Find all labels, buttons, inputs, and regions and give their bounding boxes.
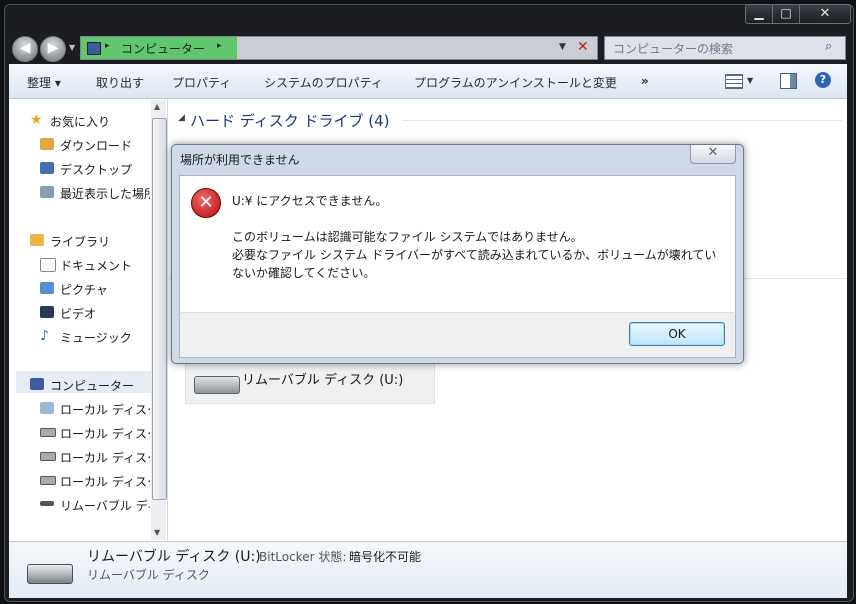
- eject-button[interactable]: 取り出す: [96, 74, 144, 91]
- details-type: リムーバブル ディスク: [87, 568, 210, 582]
- ok-button[interactable]: OK: [629, 322, 725, 346]
- nav-pictures[interactable]: ピクチャ: [60, 281, 108, 298]
- bitlocker-value: 暗号化不可能: [349, 550, 422, 564]
- pictures-icon: [40, 282, 54, 294]
- nav-computer[interactable]: コンピューター: [50, 377, 134, 394]
- nav-local-disk-4[interactable]: ローカル ディスク: [60, 473, 150, 490]
- command-bar: 整理 ▾ 取り出す プロパティ システムのプロパティ プログラムのアンインストー…: [9, 64, 847, 99]
- removable-drive-icon: [27, 564, 73, 584]
- downloads-icon: [40, 138, 54, 150]
- search-icon[interactable]: ⌕: [825, 39, 832, 54]
- error-detail: 必要なファイル システム ドライバーがすべて読み込まれているか、ボリュームが壊れ…: [232, 248, 717, 280]
- nav-recent[interactable]: 最近表示した場所: [60, 185, 150, 202]
- nav-libraries[interactable]: ライブラリ: [50, 233, 110, 250]
- search-placeholder: コンピューターの検索: [613, 42, 734, 56]
- drive-icon: [40, 476, 56, 485]
- back-button[interactable]: ◀: [12, 36, 38, 62]
- search-input[interactable]: コンピューターの検索 ⌕: [604, 36, 846, 60]
- nav-downloads[interactable]: ダウンロード: [60, 137, 132, 154]
- dialog-title: 場所が利用できません: [180, 153, 300, 167]
- error-icon: ✕: [191, 188, 221, 218]
- group-divider: [402, 120, 842, 121]
- scroll-up-icon[interactable]: ▲: [154, 102, 160, 111]
- breadcrumb-computer[interactable]: コンピューター: [121, 40, 205, 57]
- help-icon[interactable]: ?: [815, 72, 831, 88]
- nav-local-disk-1[interactable]: ローカル ディスク: [60, 401, 150, 418]
- computer-icon: [87, 42, 101, 55]
- computer-icon: [30, 378, 44, 390]
- recent-pages-dropdown-icon[interactable]: ▼: [69, 43, 75, 52]
- forward-button[interactable]: ▶: [40, 36, 66, 62]
- minimize-button[interactable]: ▁: [745, 4, 773, 24]
- removable-drive-icon: [40, 501, 54, 506]
- error-heading: U:¥ にアクセスできません。: [232, 194, 388, 208]
- recent-places-icon: [40, 186, 54, 198]
- drive-label: リムーバブル ディスク (U:): [242, 373, 404, 388]
- more-commands-button[interactable]: »: [641, 74, 649, 88]
- organize-button[interactable]: 整理 ▾: [27, 74, 61, 91]
- system-drive-icon: [40, 402, 54, 414]
- removable-drive-icon: [194, 376, 240, 394]
- dialog-body: ✕ U:¥ にアクセスできません。 このボリュームは認識可能なファイル システム…: [179, 175, 736, 312]
- nav-local-disk-3[interactable]: ローカル ディスク: [60, 449, 150, 466]
- breadcrumb-arrow-icon[interactable]: ▸: [105, 41, 110, 51]
- nav-favorites[interactable]: お気に入り: [50, 113, 110, 130]
- group-header[interactable]: ハード ディスク ドライブ (4): [190, 110, 390, 131]
- drive-icon: [40, 452, 56, 461]
- properties-button[interactable]: プロパティ: [172, 74, 231, 91]
- details-pane: リムーバブル ディスク (U:) BitLocker 状態: 暗号化不可能 リム…: [9, 541, 847, 598]
- drive-icon: [40, 428, 56, 437]
- details-name: リムーバブル ディスク (U:): [87, 549, 261, 565]
- uninstall-button[interactable]: プログラムのアンインストールと変更: [414, 74, 617, 91]
- bitlocker-label: BitLocker 状態:: [259, 550, 347, 564]
- libraries-icon: [30, 234, 44, 246]
- documents-icon: [40, 258, 56, 272]
- close-window-button[interactable]: ✕: [799, 4, 851, 24]
- nav-videos[interactable]: ビデオ: [60, 305, 96, 322]
- error-dialog: 場所が利用できません ✕ ✕ U:¥ にアクセスできません。 このボリュームは認…: [171, 144, 744, 364]
- videos-icon: [40, 306, 54, 318]
- music-icon: ♪: [40, 328, 49, 344]
- error-message: このボリュームは認識可能なファイル システムではありません。: [232, 230, 583, 244]
- preview-pane-icon[interactable]: [780, 73, 797, 89]
- address-bar[interactable]: ▸ コンピューター ▸ ▼ ✕: [80, 36, 598, 60]
- removable-drive-tile[interactable]: リムーバブル ディスク (U:): [185, 360, 435, 404]
- view-options-icon[interactable]: [725, 74, 743, 89]
- maximize-button[interactable]: □: [772, 4, 800, 24]
- breadcrumb-arrow-icon[interactable]: ▸: [217, 41, 222, 51]
- nav-music[interactable]: ミュージック: [60, 329, 132, 346]
- nav-local-disk-2[interactable]: ローカル ディスク: [60, 425, 150, 442]
- dialog-close-button[interactable]: ✕: [690, 145, 736, 164]
- system-properties-button[interactable]: システムのプロパティ: [264, 74, 383, 91]
- scroll-down-icon[interactable]: ▼: [154, 528, 160, 537]
- nav-scrollbar-thumb[interactable]: [152, 118, 167, 500]
- view-dropdown-icon[interactable]: ▼: [747, 76, 753, 85]
- nav-desktop[interactable]: デスクトップ: [60, 161, 132, 178]
- desktop-icon: [40, 162, 54, 174]
- nav-removable-disk[interactable]: リムーバブル ディスク: [60, 497, 150, 514]
- group-collapse-icon[interactable]: ◢: [178, 113, 185, 123]
- nav-documents[interactable]: ドキュメント: [60, 257, 132, 274]
- dialog-footer: OK: [179, 312, 736, 358]
- star-icon: ★: [30, 112, 43, 128]
- stop-icon[interactable]: ✕: [577, 39, 589, 55]
- address-dropdown-icon[interactable]: ▼: [559, 42, 566, 52]
